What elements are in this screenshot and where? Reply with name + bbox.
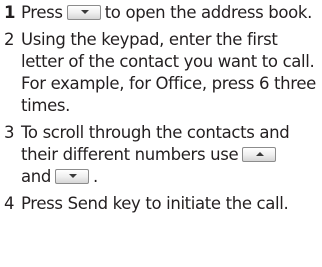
step-text: Using the keypad, enter the first letter… <box>21 30 316 115</box>
step-text-after: . <box>93 167 98 186</box>
step-text-after: to open the address book. <box>104 3 313 22</box>
step-number: 2 <box>4 30 15 49</box>
step-1: 1 Press to open the address book. <box>4 2 320 24</box>
up-arrow-key-icon <box>242 147 277 162</box>
down-arrow-key-icon <box>66 5 101 20</box>
instruction-list: 1 Press to open the address book. 2 Using… <box>4 2 320 220</box>
step-text: Press to open the address book. <box>21 2 320 24</box>
down-arrow-key-icon <box>55 169 89 184</box>
step-text: Press Send key to initiate the call. <box>21 194 289 213</box>
step-2: 2 Using the keypad, enter the first lett… <box>4 29 320 117</box>
step-4: 4 Press Send key to initiate the call. <box>4 193 320 215</box>
step-3: 3 To scroll through the contacts and the… <box>4 122 320 188</box>
step-text-middle: and <box>21 167 51 186</box>
step-number: 3 <box>4 123 15 142</box>
step-number: 4 <box>4 194 15 213</box>
step-text-before: Press <box>21 3 63 22</box>
step-number: 1 <box>4 3 16 22</box>
step-text: To scroll through the contacts and their… <box>21 122 320 188</box>
